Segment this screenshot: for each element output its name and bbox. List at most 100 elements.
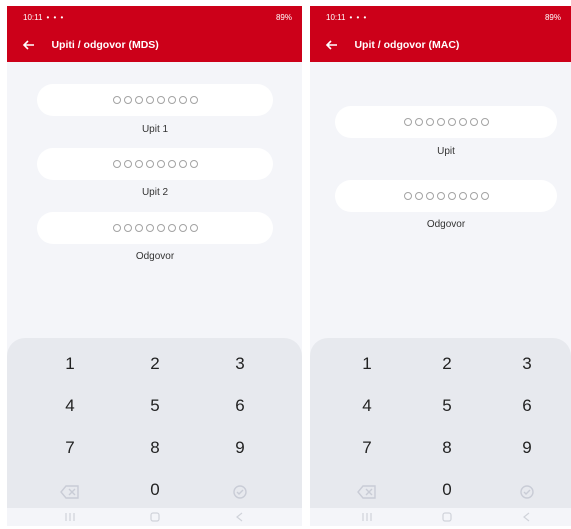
back-arrow-icon[interactable] [324, 37, 340, 53]
key-2[interactable]: 2 [427, 352, 467, 376]
pin-dot [123, 96, 132, 104]
battery-level: 89% [544, 13, 561, 22]
pin-dot [134, 160, 143, 168]
pin-field-upit-1[interactable] [37, 84, 273, 116]
status-bar: 10:11 • • • 89% [326, 13, 561, 23]
pin-dot [469, 192, 478, 200]
key-0[interactable]: 0 [427, 478, 467, 502]
backspace-icon[interactable] [60, 485, 80, 499]
pin-field-upit[interactable] [335, 106, 557, 138]
nav-back-icon[interactable] [521, 512, 533, 522]
key-4[interactable]: 4 [50, 394, 90, 418]
pin-dot [123, 160, 132, 168]
pin-dot [112, 160, 121, 168]
field-label-upit-2: Upit 2 [141, 187, 169, 198]
status-bar: 10:11 • • • 89% [23, 13, 292, 23]
key-2[interactable]: 2 [135, 352, 175, 376]
key-5[interactable]: 5 [135, 394, 175, 418]
key-9[interactable]: 9 [220, 436, 260, 460]
pin-dot [178, 160, 187, 168]
pin-dot [189, 224, 198, 232]
key-0[interactable]: 0 [135, 478, 175, 502]
key-7[interactable]: 7 [50, 436, 90, 460]
app-header: 10:11 • • • 89% Upiti / odgovor (MDS) [7, 6, 302, 62]
pin-dot [480, 192, 489, 200]
back-arrow-icon[interactable] [21, 37, 37, 53]
pin-field-odgovor[interactable] [37, 212, 273, 244]
pin-dot [123, 224, 132, 232]
key-6[interactable]: 6 [507, 394, 547, 418]
page-title: Upit / odgovor (MAC) [354, 38, 460, 51]
screen-mds: 10:11 • • • 89% Upiti / odgovor (MDS) Up… [7, 6, 302, 526]
pin-dot [436, 192, 445, 200]
key-3[interactable]: 3 [507, 352, 547, 376]
check-circle-icon[interactable] [230, 485, 250, 499]
pin-dot [156, 224, 165, 232]
numeric-keypad: 1 2 3 4 5 6 7 8 9 0 [310, 338, 571, 508]
status-icons: • • • [349, 13, 368, 22]
pin-dot [403, 118, 412, 126]
pin-dot [167, 224, 176, 232]
pin-dot [156, 96, 165, 104]
key-8[interactable]: 8 [427, 436, 467, 460]
app-header: 10:11 • • • 89% Upit / odgovor (MAC) [310, 6, 571, 62]
pin-dot [425, 192, 434, 200]
pin-dots [112, 160, 198, 168]
system-nav-bar [7, 508, 302, 526]
pin-dot [167, 160, 176, 168]
numeric-keypad: 1 2 3 4 5 6 7 8 9 0 [7, 338, 302, 508]
screen-mac: 10:11 • • • 89% Upit / odgovor (MAC) Upi… [310, 6, 571, 526]
field-label-upit: Upit [437, 146, 455, 157]
pin-dot [112, 96, 121, 104]
status-time: 10:11 [326, 13, 346, 22]
pin-dot [469, 118, 478, 126]
pin-dot [145, 96, 154, 104]
key-5[interactable]: 5 [427, 394, 467, 418]
pin-dot [414, 118, 423, 126]
backspace-icon[interactable] [357, 485, 377, 499]
home-icon[interactable] [441, 512, 453, 522]
pin-dot [145, 160, 154, 168]
key-6[interactable]: 6 [220, 394, 260, 418]
pin-dot [403, 192, 412, 200]
page-title: Upiti / odgovor (MDS) [51, 38, 159, 51]
key-3[interactable]: 3 [220, 352, 260, 376]
pin-dot [167, 96, 176, 104]
pin-field-upit-2[interactable] [37, 148, 273, 180]
pin-dot [156, 160, 165, 168]
pin-dot [178, 96, 187, 104]
pin-dot [436, 118, 445, 126]
pin-dots [112, 96, 198, 104]
system-nav-bar [310, 508, 571, 526]
key-1[interactable]: 1 [347, 352, 387, 376]
pin-dot [458, 118, 467, 126]
pin-dot [189, 96, 198, 104]
pin-dot [480, 118, 489, 126]
recent-apps-icon[interactable] [64, 512, 76, 522]
pin-dot [425, 118, 434, 126]
key-7[interactable]: 7 [347, 436, 387, 460]
pin-dots [112, 224, 198, 232]
pin-field-odgovor[interactable] [335, 180, 557, 212]
key-4[interactable]: 4 [347, 394, 387, 418]
pin-dot [414, 192, 423, 200]
field-label-odgovor: Odgovor [426, 219, 466, 230]
pin-dot [458, 192, 467, 200]
pin-dot [447, 192, 456, 200]
key-9[interactable]: 9 [507, 436, 547, 460]
recent-apps-icon[interactable] [361, 512, 373, 522]
pin-dot [134, 224, 143, 232]
status-time: 10:11 [23, 13, 43, 22]
pin-dot [447, 118, 456, 126]
pin-dot [112, 224, 121, 232]
check-circle-icon[interactable] [517, 485, 537, 499]
pin-dot [189, 160, 198, 168]
home-icon[interactable] [149, 512, 161, 522]
key-1[interactable]: 1 [50, 352, 90, 376]
pin-dot [134, 96, 143, 104]
pin-dots [403, 192, 489, 200]
status-icons: • • • [46, 13, 65, 22]
pin-dot [178, 224, 187, 232]
nav-back-icon[interactable] [234, 512, 246, 522]
key-8[interactable]: 8 [135, 436, 175, 460]
